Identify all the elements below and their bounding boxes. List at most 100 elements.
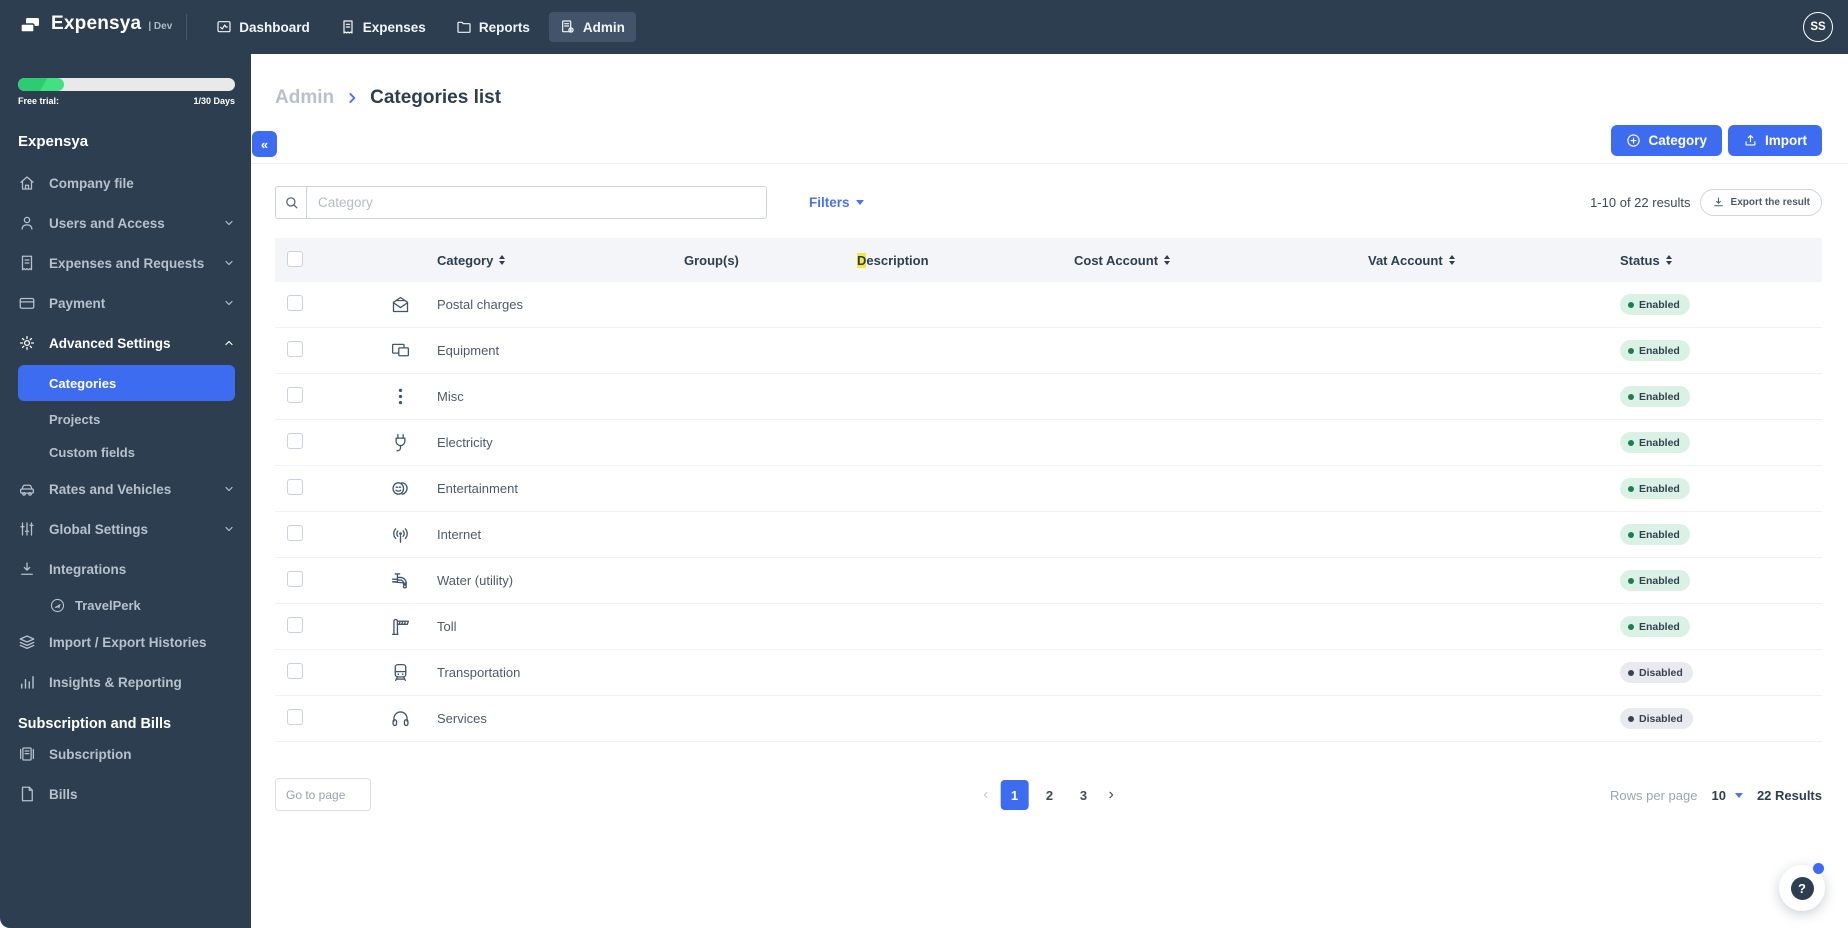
sidebar-item-import-export-histories[interactable]: Import / Export Histories xyxy=(18,622,235,662)
category-name: Entertainment xyxy=(437,481,518,496)
credit-card-icon xyxy=(19,297,35,309)
pagination: ‹ 1 2 3 › Rows per page 10 22 Results xyxy=(275,778,1822,812)
free-trial-days: 1/30 Days xyxy=(193,96,235,106)
sort-icon[interactable] xyxy=(499,255,506,265)
row-checkbox[interactable] xyxy=(287,433,303,449)
question-mark-icon: ? xyxy=(1790,876,1814,900)
sort-icon[interactable] xyxy=(1665,255,1672,265)
page-button-2[interactable]: 2 xyxy=(1037,780,1063,810)
search-input[interactable] xyxy=(307,186,766,218)
nav-expenses[interactable]: Expenses xyxy=(329,12,437,42)
table-row-electricity[interactable]: Electricity Enabled xyxy=(275,420,1822,466)
table-row-entertainment[interactable]: Entertainment Enabled xyxy=(275,466,1822,512)
add-category-button[interactable]: Category xyxy=(1611,125,1722,156)
row-checkbox[interactable] xyxy=(287,709,303,725)
column-status: Status xyxy=(1620,252,1660,268)
export-result-button[interactable]: Export the result xyxy=(1699,188,1822,216)
sidebar-item-integrations[interactable]: Integrations xyxy=(18,549,235,589)
nav-admin[interactable]: Admin xyxy=(548,12,636,42)
status-badge: Disabled xyxy=(1620,662,1693,683)
sidebar-item-global-settings[interactable]: Global Settings xyxy=(18,509,235,549)
row-checkbox[interactable] xyxy=(287,479,303,495)
upload-icon xyxy=(1745,134,1756,146)
import-button[interactable]: Import xyxy=(1728,125,1822,156)
topbar-divider xyxy=(186,14,188,40)
row-checkbox[interactable] xyxy=(287,617,303,633)
chevron-down-icon xyxy=(225,526,233,532)
select-all-checkbox[interactable] xyxy=(287,250,303,267)
chevron-down-icon xyxy=(225,220,233,226)
table-row-internet[interactable]: Internet Enabled xyxy=(275,512,1822,558)
env-badge: | Dev xyxy=(148,20,173,32)
sidebar-collapse-button[interactable]: « xyxy=(252,131,277,157)
sort-icon[interactable] xyxy=(1448,255,1455,265)
table-row-equipment[interactable]: Equipment Enabled xyxy=(275,328,1822,374)
nav-reports[interactable]: Reports xyxy=(445,12,541,42)
filters-dropdown[interactable]: Filters xyxy=(809,195,864,210)
download-icon xyxy=(1713,197,1723,206)
sidebar-item-subscription[interactable]: Subscription xyxy=(18,734,235,774)
column-description: Description xyxy=(857,252,929,268)
previous-page-button[interactable]: ‹ xyxy=(979,786,992,804)
bill-document-icon xyxy=(21,786,33,802)
page-button-1[interactable]: 1 xyxy=(1000,780,1029,810)
row-checkbox[interactable] xyxy=(287,341,303,357)
chevron-down-icon xyxy=(225,486,233,492)
row-checkbox[interactable] xyxy=(287,295,303,311)
sidebar-subitem-travelperk[interactable]: TravelPerk xyxy=(18,589,235,622)
column-vat-account: Vat Account xyxy=(1368,252,1443,268)
table-header: Category Group(s) Description Cost Accou… xyxy=(275,238,1822,282)
plug-icon xyxy=(390,432,411,453)
sidebar-item-advanced-settings[interactable]: Advanced Settings xyxy=(18,323,235,363)
gear-icon xyxy=(19,335,35,351)
chevron-down-icon xyxy=(225,300,233,306)
go-to-page-input[interactable] xyxy=(275,778,371,811)
brand[interactable]: Expensya | Dev xyxy=(0,13,172,42)
sort-icon[interactable] xyxy=(1164,255,1171,265)
nav-dashboard[interactable]: Dashboard xyxy=(205,12,321,42)
page-controls: ‹ 1 2 3 › xyxy=(979,778,1118,812)
sidebar-subitem-custom-fields[interactable]: Custom fields xyxy=(18,436,235,469)
table-row-toll[interactable]: Toll Enabled xyxy=(275,604,1822,650)
sidebar-item-rates-and-vehicles[interactable]: Rates and Vehicles xyxy=(18,469,235,509)
layers-icon xyxy=(19,635,35,650)
sidebar-item-payment[interactable]: Payment xyxy=(18,283,235,323)
category-name: Postal charges xyxy=(437,297,523,312)
table-row-services[interactable]: Services Disabled xyxy=(275,696,1822,742)
table-row-transportation[interactable]: Transportation Disabled xyxy=(275,650,1822,696)
row-checkbox[interactable] xyxy=(287,525,303,541)
status-badge: Enabled xyxy=(1620,386,1690,407)
row-checkbox[interactable] xyxy=(287,571,303,587)
row-checkbox[interactable] xyxy=(287,387,303,403)
row-checkbox[interactable] xyxy=(287,663,303,679)
home-icon xyxy=(20,176,34,190)
help-button[interactable]: ? xyxy=(1779,863,1825,911)
sidebar-item-insights-reporting[interactable]: Insights & Reporting xyxy=(18,662,235,702)
receipt-icon xyxy=(343,20,353,34)
next-page-button[interactable]: › xyxy=(1105,786,1118,804)
sidebar-item-bills[interactable]: Bills xyxy=(18,774,235,814)
sidebar-subitem-categories[interactable]: Categories xyxy=(18,365,235,401)
page-button-3[interactable]: 3 xyxy=(1071,780,1097,810)
table-row-postal-charges[interactable]: Postal charges Enabled xyxy=(275,282,1822,328)
car-icon xyxy=(19,484,35,496)
caret-down-icon xyxy=(1734,792,1743,798)
sidebar-item-company-file[interactable]: Company file xyxy=(18,163,235,203)
table-row-misc[interactable]: Misc Enabled xyxy=(275,374,1822,420)
sidebar-item-users-and-access[interactable]: Users and Access xyxy=(18,203,235,243)
expensya-logo-icon xyxy=(18,13,42,42)
column-cost-account: Cost Account xyxy=(1074,252,1159,268)
breadcrumb-admin[interactable]: Admin xyxy=(275,87,334,109)
table-row-water-utility[interactable]: Water (utility) Enabled xyxy=(275,558,1822,604)
theater-masks-icon xyxy=(390,478,411,499)
bar-chart-icon xyxy=(21,676,34,689)
dashboard-icon xyxy=(217,21,231,33)
sliders-icon xyxy=(20,522,34,536)
sidebar-item-expenses-and-requests[interactable]: Expenses and Requests xyxy=(18,243,235,283)
rows-per-page-select[interactable]: 10 xyxy=(1711,788,1743,803)
user-avatar[interactable]: SS xyxy=(1803,12,1833,42)
topbar: Expensya | Dev Dashboard Expenses Report… xyxy=(0,0,1848,54)
sidebar-subitem-projects[interactable]: Projects xyxy=(18,403,235,436)
status-badge: Enabled xyxy=(1620,340,1690,361)
status-badge: Enabled xyxy=(1620,524,1690,545)
